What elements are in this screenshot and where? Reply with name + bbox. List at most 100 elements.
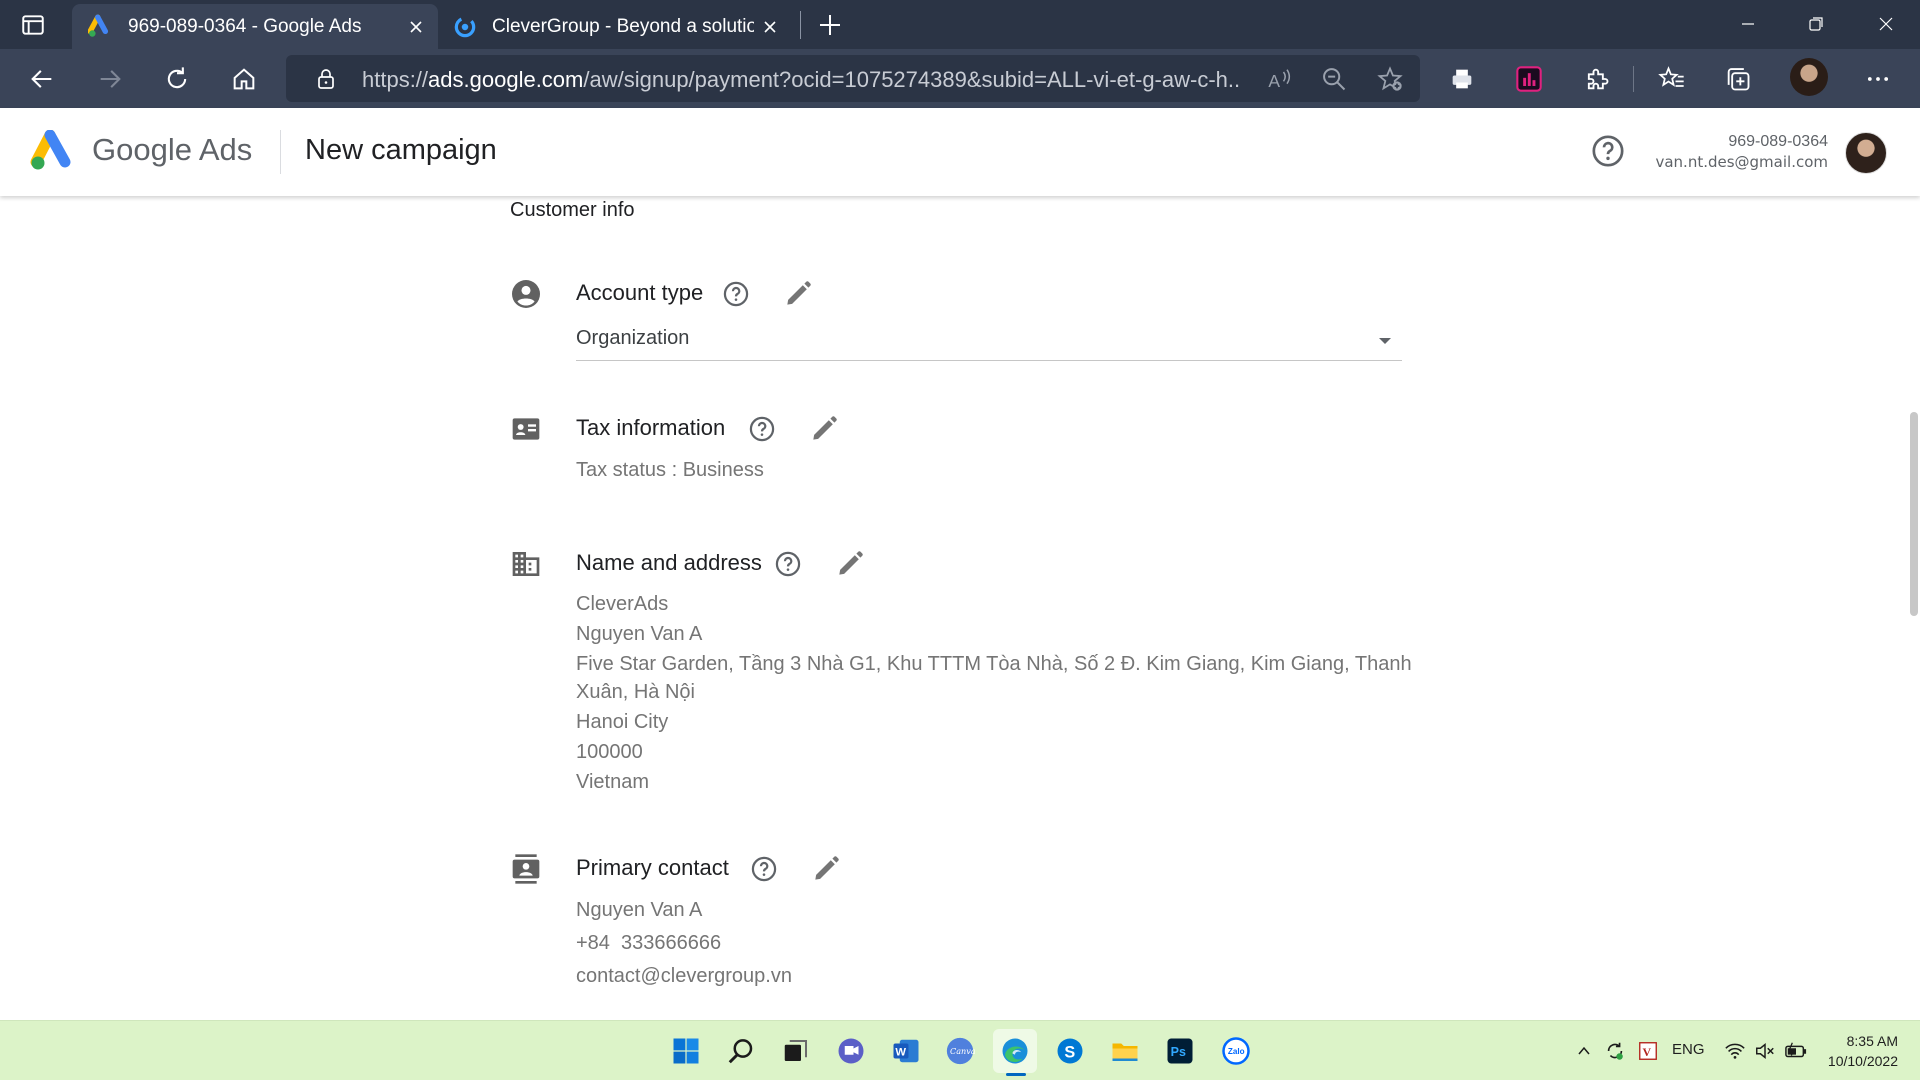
analytics-extension-button[interactable] [1507,57,1551,101]
minimize-icon [1742,23,1754,25]
read-aloud-icon[interactable]: A [1266,65,1294,93]
lock-icon[interactable] [314,67,338,91]
refresh-icon [167,67,187,89]
svg-text:Zalo: Zalo [1228,1047,1245,1056]
search-button[interactable] [719,1029,763,1073]
show-hidden-icons-button[interactable] [1574,1039,1594,1063]
edit-pencil-icon[interactable] [782,278,814,310]
address-line: Xuân, Hà Nội [576,681,695,703]
zalo-app-button[interactable]: Zalo [1214,1029,1258,1073]
help-icon[interactable] [774,550,802,578]
reload-button[interactable] [155,57,199,101]
tax-information-section: Tax information Tax status : Business [510,413,1410,493]
address-line: Five Star Garden, Tầng 3 Nhà G1, Khu TTT… [576,653,1412,675]
google-ads-header: Google Ads New campaign 969-089-0364 van… [0,108,1920,196]
tax-status-label: Tax status [576,459,667,481]
home-button[interactable] [222,57,266,101]
account-info[interactable]: 969-089-0364 van.nt.des@gmail.com [1655,131,1828,173]
wifi-tray-icon[interactable] [1722,1039,1748,1063]
account-circle-icon [512,280,540,308]
browser-tab-strip: 969-089-0364 - Google Ads CleverGroup - … [0,0,1920,49]
page-title: New campaign [305,134,497,166]
building-icon [512,552,540,576]
edit-pencil-icon[interactable] [808,413,840,445]
account-type-select[interactable]: Organization [576,324,1402,361]
word-icon: W [893,1039,919,1063]
url-text[interactable]: https://ads.google.com/aw/signup/payment… [362,67,1242,93]
photoshop-icon: Ps [1167,1038,1193,1064]
close-tab-icon[interactable] [400,11,432,43]
canva-app-button[interactable]: Canva [938,1029,982,1073]
contact-card-icon [512,854,540,884]
collections-icon [1727,68,1750,91]
edge-icon [1002,1038,1028,1064]
printer-extension-button[interactable] [1440,57,1484,101]
input-language[interactable]: ENG [1672,1041,1705,1058]
browser-profile-avatar[interactable] [1790,58,1828,96]
svg-text:Ps: Ps [1171,1045,1186,1059]
help-icon[interactable] [722,280,750,308]
edit-pencil-icon[interactable] [834,548,866,580]
sync-icon [1607,1042,1623,1060]
skype-app-button[interactable]: S [1048,1029,1092,1073]
extensions-button[interactable] [1575,57,1619,101]
antivirus-shield-icon: V [1639,1042,1657,1060]
name-and-address-title: Name and address [576,550,762,575]
sync-tray-icon[interactable] [1602,1039,1628,1063]
tab-title: CleverGroup - Beyond a solution [492,15,754,37]
address-line: Hanoi City [576,711,669,733]
address-bar[interactable]: https://ads.google.com/aw/signup/payment… [286,55,1420,102]
brand-name: Google Ads [92,132,253,167]
task-view-button[interactable] [774,1029,818,1073]
close-tab-icon[interactable] [754,11,786,43]
url-scheme: https:// [362,67,429,92]
account-type-value: Organization [576,327,690,349]
antivirus-tray-icon[interactable]: V [1635,1039,1661,1063]
account-avatar[interactable] [1845,132,1887,174]
tax-status-line: Tax status : Business [576,459,764,481]
canva-icon: Canva [946,1037,975,1065]
tab-actions-icon[interactable] [20,12,50,38]
folder-icon [1112,1043,1138,1061]
clock-time: 8:35 AM [1846,1033,1898,1049]
word-app-button[interactable]: W [884,1029,928,1073]
contact-phone: +84 333666666 [576,932,722,954]
back-button[interactable] [20,57,64,101]
collections-button[interactable] [1716,57,1760,101]
new-tab-button[interactable] [812,8,848,42]
help-icon[interactable] [750,855,778,883]
dropdown-arrow-icon [1379,338,1391,344]
teams-chat-button[interactable] [829,1029,873,1073]
help-icon[interactable] [1591,134,1625,168]
photoshop-app-button[interactable]: Ps [1158,1029,1202,1073]
close-window-button[interactable] [1852,0,1920,48]
zalo-icon: Zalo [1222,1037,1250,1065]
minimize-button[interactable] [1714,0,1782,48]
google-ads-logo-icon[interactable] [30,130,76,172]
restore-button[interactable] [1782,0,1850,48]
account-email: van.nt.des@gmail.com [1655,153,1828,171]
battery-tray-icon[interactable] [1782,1039,1810,1063]
address-line: CleverAds [576,593,669,615]
address-line: 100000 [576,741,643,763]
edit-pencil-icon[interactable] [810,853,842,885]
page-scrollbar[interactable] [1910,412,1918,616]
skype-icon: S [1057,1038,1083,1064]
header-divider [280,130,281,174]
zoom-out-icon[interactable] [1320,65,1348,93]
favorites-button[interactable] [1650,57,1694,101]
section-heading: Customer info [510,199,635,221]
chat-icon [838,1038,864,1064]
help-icon[interactable] [748,415,776,443]
taskbar-clock[interactable]: 8:35 AM 10/10/2022 [1820,1031,1898,1071]
start-button[interactable] [664,1029,708,1073]
svg-text:W: W [895,1046,906,1058]
tab-google-ads[interactable]: 969-089-0364 - Google Ads [72,4,438,49]
tab-clevergroup[interactable]: CleverGroup - Beyond a solution [444,4,792,49]
forward-button[interactable] [88,57,132,101]
add-favorite-icon[interactable] [1376,65,1404,93]
settings-menu-button[interactable] [1856,57,1900,101]
file-explorer-button[interactable] [1103,1029,1147,1073]
edge-browser-button[interactable] [993,1029,1037,1073]
volume-tray-icon[interactable] [1752,1039,1778,1063]
